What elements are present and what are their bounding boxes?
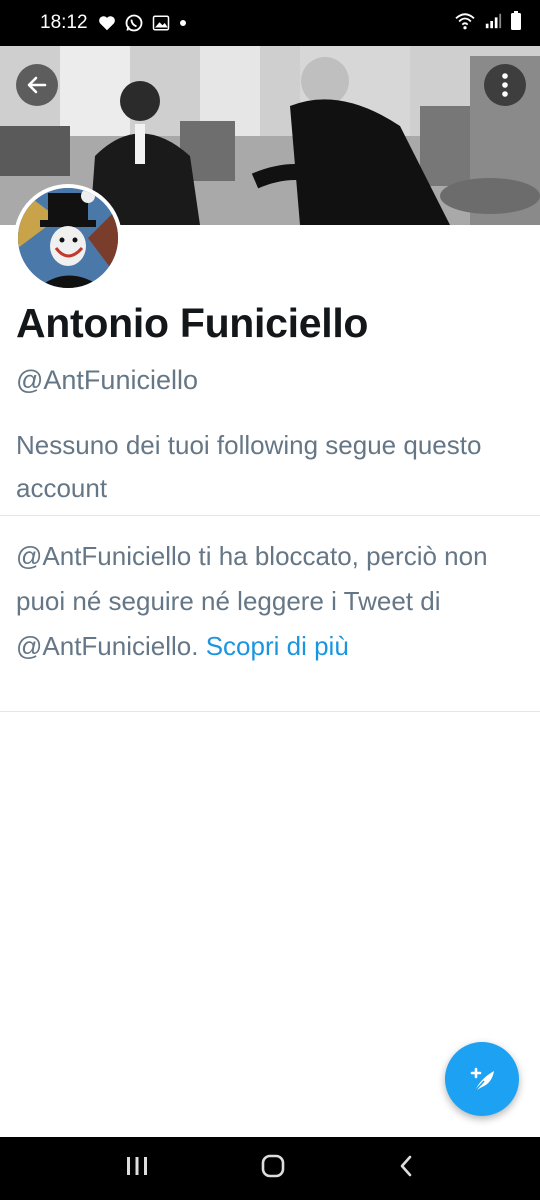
status-bar: 18:12	[0, 0, 540, 46]
heart-icon	[98, 15, 116, 31]
more-vertical-icon	[502, 73, 508, 97]
status-right-cluster	[454, 10, 522, 36]
compose-tweet-button[interactable]	[445, 1042, 519, 1116]
divider	[0, 515, 540, 516]
recent-apps-icon[interactable]	[125, 1155, 149, 1182]
more-options-button[interactable]	[484, 64, 526, 106]
signal-icon	[484, 12, 502, 35]
user-handle: @AntFuniciello	[16, 365, 198, 395]
back-button[interactable]	[16, 64, 58, 106]
compose-feather-icon	[470, 1067, 494, 1092]
gallery-icon	[152, 14, 170, 32]
avatar[interactable]	[14, 184, 122, 292]
divider	[0, 711, 540, 712]
home-icon[interactable]	[260, 1153, 286, 1184]
learn-more-link[interactable]: Scopri di più	[206, 631, 349, 661]
battery-icon	[510, 10, 522, 36]
status-time: 18:12	[40, 12, 88, 33]
followers-you-know-note: Nessuno dei tuoi following segue questo …	[16, 430, 482, 503]
whatsapp-icon	[124, 13, 144, 33]
arrow-left-icon	[27, 76, 47, 94]
dot-icon	[178, 18, 188, 28]
back-nav-icon[interactable]	[397, 1154, 415, 1183]
system-nav-bar	[0, 1137, 540, 1200]
avatar-image	[18, 188, 118, 288]
display-name: Antonio Funiciello	[16, 300, 369, 346]
blocked-notice: @AntFuniciello ti ha bloccato, perciò no…	[16, 534, 528, 669]
wifi-icon	[454, 12, 476, 35]
